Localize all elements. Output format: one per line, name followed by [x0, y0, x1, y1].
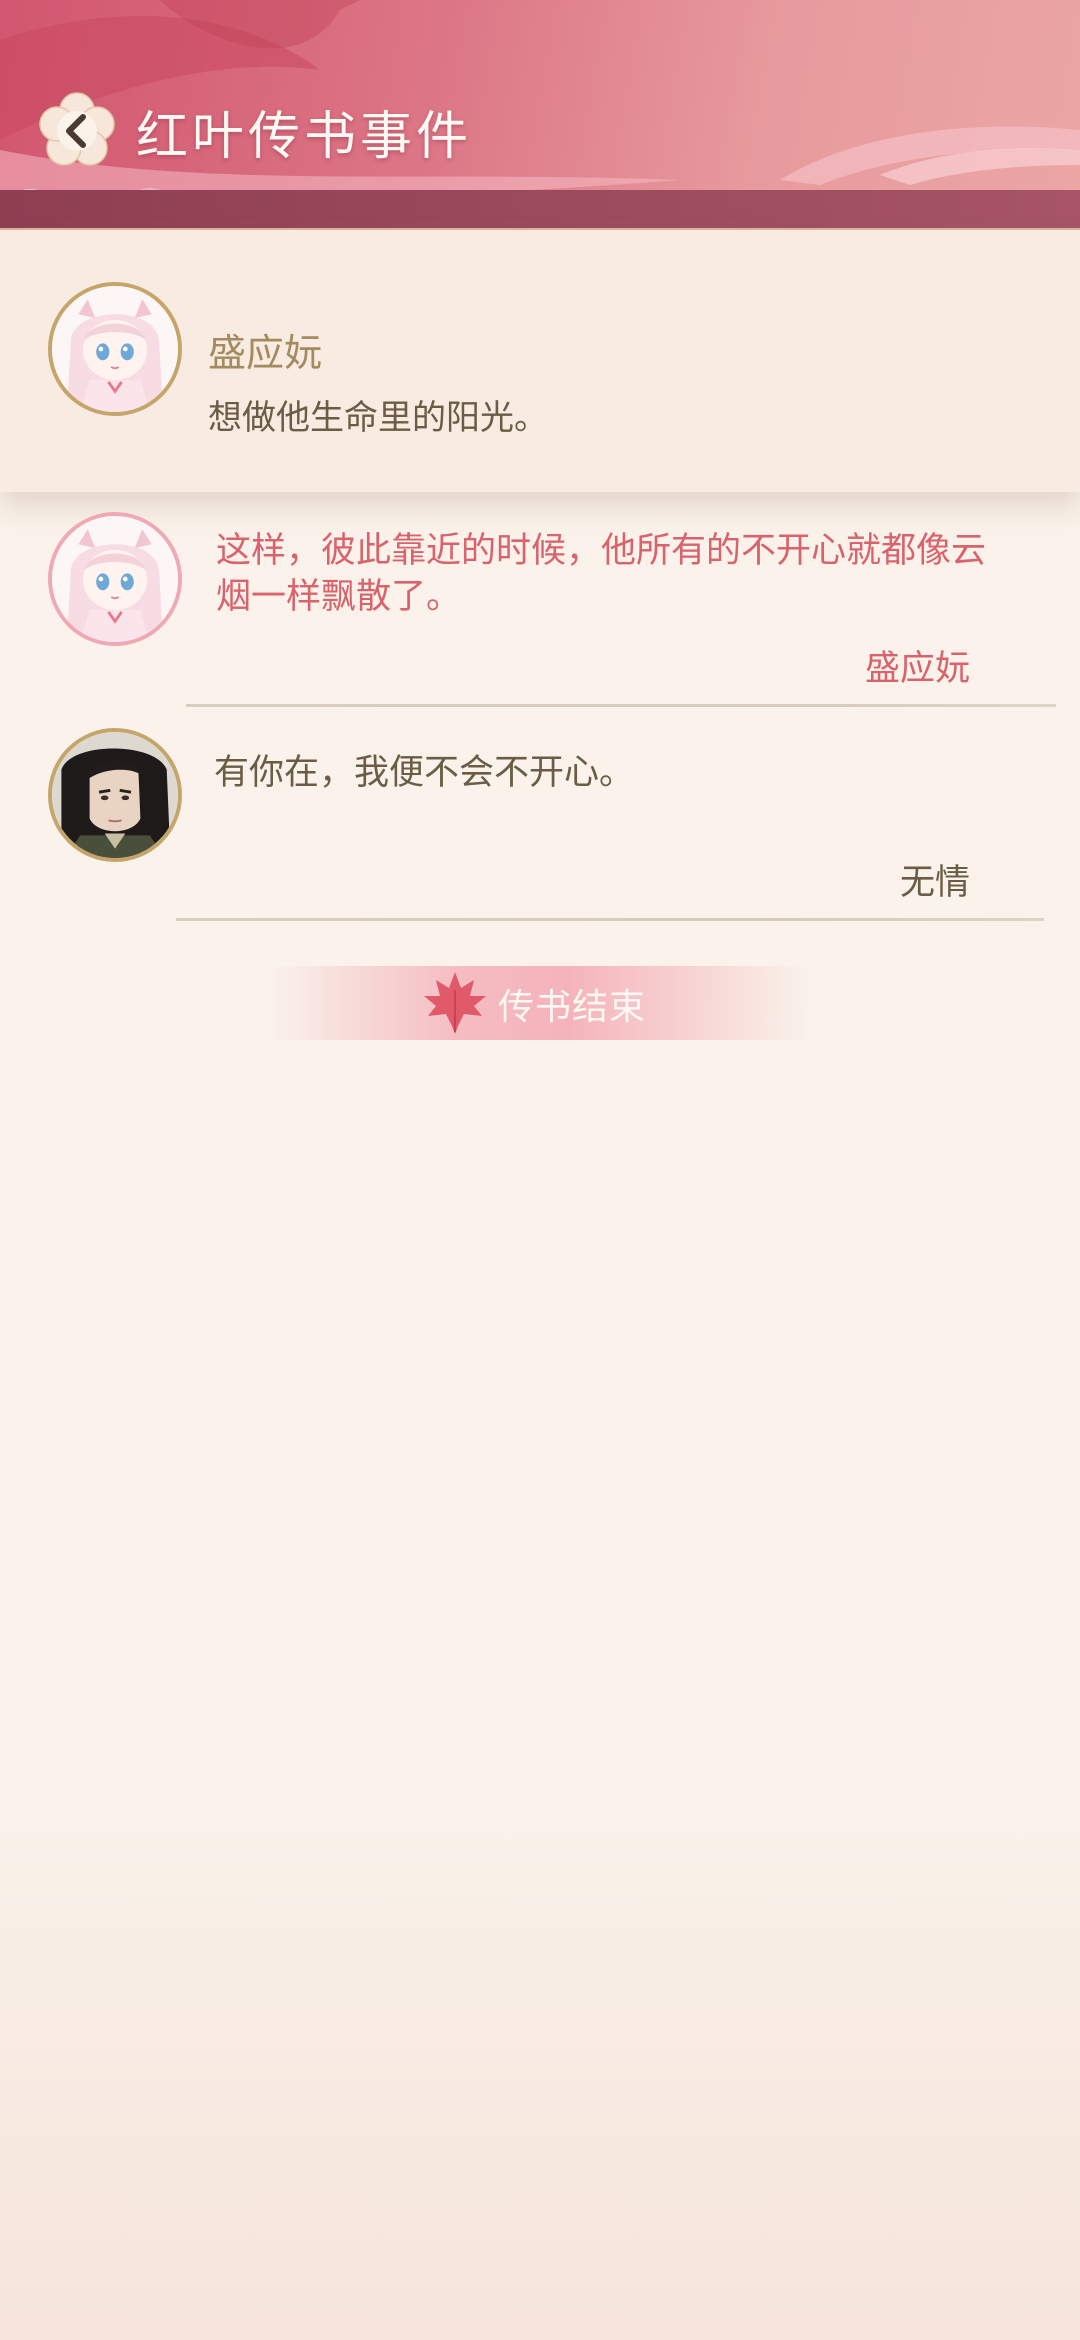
anime-girl-avatar-icon — [52, 286, 178, 412]
profile-card: 盛应妧 想做他生命里的阳光。 — [0, 230, 1080, 492]
message-divider — [176, 918, 1044, 921]
anime-girl-avatar-icon — [52, 516, 178, 642]
end-label: 传书结束 — [498, 987, 647, 1028]
maple-leaf-icon — [424, 972, 486, 1034]
header-strip — [0, 190, 1080, 230]
dark-haired-man-avatar-icon — [52, 732, 178, 858]
profile-name: 盛应妧 — [208, 331, 323, 375]
profile-avatar[interactable] — [48, 282, 182, 416]
back-button[interactable] — [36, 90, 118, 172]
chevron-left-flower-icon — [39, 92, 115, 166]
header-bar: 红叶传书事件 — [0, 0, 1080, 230]
message-avatar-girl[interactable] — [48, 512, 182, 646]
message-sender: 无情 — [899, 863, 970, 903]
profile-motto: 想做他生命里的阳光。 — [208, 398, 548, 438]
message-sender: 盛应妧 — [864, 649, 970, 689]
message-avatar-man[interactable] — [48, 728, 182, 862]
message-divider — [186, 704, 1056, 707]
page-title: 红叶传书事件 — [136, 107, 473, 167]
message-text: 这样，彼此靠近的时候，他所有的不开心就都像云烟一样飘散了。 — [216, 531, 987, 617]
end-banner: 传书结束 — [270, 966, 810, 1040]
message-text: 有你在，我便不会不开心。 — [214, 753, 635, 793]
